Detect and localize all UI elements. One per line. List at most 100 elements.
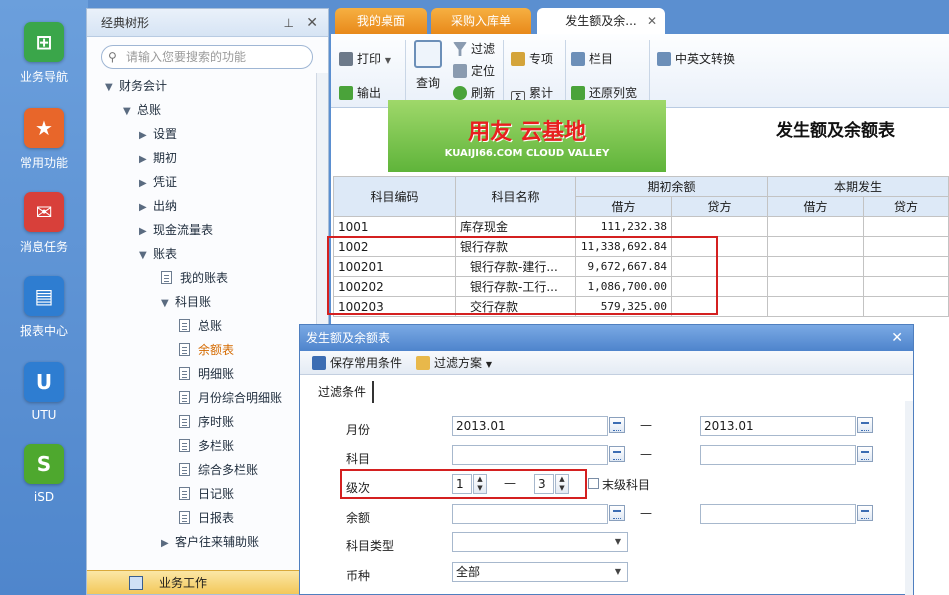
tree-node[interactable]: 总账: [179, 315, 222, 337]
pin-icon[interactable]: ⊥: [284, 9, 294, 37]
browse-icon[interactable]: [857, 446, 873, 462]
tree-node[interactable]: 日报表: [179, 507, 234, 529]
tree-node[interactable]: ▼ 账表: [139, 243, 177, 265]
dialog-scrollbar[interactable]: [905, 401, 913, 595]
expand-right-icon[interactable]: ▶: [139, 221, 153, 243]
expand-down-icon[interactable]: ▼: [161, 293, 175, 315]
banner-main-text: 用友 云基地: [468, 119, 586, 145]
calculator-icon[interactable]: [609, 505, 625, 521]
search-input[interactable]: ⚲ 请输入您要搜索的功能: [101, 45, 313, 69]
month-from-field[interactable]: 2013.01: [452, 416, 608, 436]
tree-node[interactable]: ▶ 凭证: [139, 171, 177, 193]
locate-button[interactable]: 定位: [453, 62, 495, 80]
tree-node[interactable]: 余额表: [179, 339, 234, 361]
banner-sub-text: KUAIJI66.COM CLOUD VALLEY: [444, 147, 610, 159]
calendar-icon[interactable]: [609, 417, 625, 433]
nav-star[interactable]: ★ 常用功能: [0, 108, 88, 188]
query-button[interactable]: 查询: [411, 40, 445, 102]
refresh-label: 刷新: [471, 86, 496, 100]
nav-isd[interactable]: SiSD: [0, 444, 88, 524]
tab-balance-report[interactable]: 发生额及余... ✕: [537, 8, 665, 34]
tree-node[interactable]: ▶ 出纳: [139, 195, 177, 217]
expand-down-icon[interactable]: ▼: [139, 245, 153, 267]
tree-panel-title: 经典树形: [101, 16, 150, 30]
output-button[interactable]: 输出: [339, 84, 381, 102]
business-work-label: 业务工作: [159, 576, 208, 590]
month-to-field[interactable]: 2013.01: [700, 416, 856, 436]
filter-button[interactable]: 过滤: [453, 40, 495, 58]
tree-node[interactable]: ▼ 总账: [123, 99, 161, 121]
range-dash: —: [640, 418, 652, 432]
tab-bar: 我的桌面 采购入库单 发生额及余... ✕: [331, 8, 949, 34]
tab-my-desktop[interactable]: 我的桌面: [335, 8, 427, 34]
restore-icon: [571, 86, 585, 100]
balance-to-field[interactable]: [700, 504, 856, 524]
tree-node[interactable]: 月份综合明细账: [179, 387, 282, 409]
tree-node-label: 科目账: [175, 295, 212, 309]
toolbar-separator: [503, 40, 504, 102]
close-icon[interactable]: ✕: [306, 9, 318, 37]
tree-node[interactable]: ▶ 客户往来辅助账: [161, 531, 259, 553]
expand-right-icon[interactable]: ▶: [139, 149, 153, 171]
logo-banner: 用友 云基地 KUAIJI66.COM CLOUD VALLEY: [388, 100, 666, 172]
calculator-icon[interactable]: [857, 505, 873, 521]
expand-right-icon[interactable]: ▶: [139, 197, 153, 219]
tree-node[interactable]: 明细账: [179, 363, 234, 385]
highlight-box: [340, 469, 587, 499]
tree-node[interactable]: ▶ 设置: [139, 123, 177, 145]
nav-utu[interactable]: U UTU: [0, 362, 88, 442]
header-opening: 期初余额: [575, 176, 768, 197]
left-navigation: ⊞ 业务导航 ★ 常用功能 ✉ 消息任务 ▤ 报表中心 U UTU SiSD: [0, 0, 88, 595]
nav-label: 业务导航: [19, 70, 68, 84]
nav-mail[interactable]: ✉ 消息任务: [0, 192, 88, 272]
subject-from-field[interactable]: [452, 445, 608, 465]
tab-close-icon[interactable]: ✕: [647, 8, 657, 34]
save-conditions-button[interactable]: 保存常用条件: [312, 354, 402, 372]
print-label: 打印: [357, 52, 382, 66]
tree-node[interactable]: ▼ 科目账: [161, 291, 211, 313]
language-convert-button[interactable]: 中英文转换: [657, 50, 735, 68]
range-dash: —: [640, 506, 652, 520]
column-label: 栏目: [589, 52, 614, 66]
nav-report[interactable]: ▤ 报表中心: [0, 276, 88, 356]
currency-select[interactable]: 全部 ▼: [452, 562, 628, 582]
table-row[interactable]: 1001 库存现金 111,232.38: [333, 216, 949, 237]
business-work-icon: [129, 576, 143, 590]
subject-type-select[interactable]: ▼: [452, 532, 628, 552]
expand-right-icon[interactable]: ▶: [161, 533, 175, 555]
tree-node[interactable]: 序时账: [179, 411, 234, 433]
nav-label: 常用功能: [19, 156, 68, 170]
expand-right-icon[interactable]: ▶: [139, 173, 153, 195]
document-icon: [179, 367, 190, 380]
print-button[interactable]: 打印 ▼: [339, 50, 391, 68]
column-button[interactable]: 栏目: [571, 50, 613, 68]
month-label: 月份: [346, 423, 371, 437]
star-icon: ★: [24, 108, 64, 148]
tree-node[interactable]: ▶ 现金流量表: [139, 219, 213, 241]
special-button[interactable]: 专项: [511, 50, 553, 68]
tree-node[interactable]: ▼ 财务会计: [105, 75, 167, 97]
tree-node[interactable]: 日记账: [179, 483, 234, 505]
balance-from-field[interactable]: [452, 504, 608, 524]
dialog-close-icon[interactable]: ✕: [891, 325, 903, 351]
business-work-bar[interactable]: 业务工作: [87, 570, 328, 594]
tab-purchase-receipt[interactable]: 采购入库单: [431, 8, 531, 34]
tab-filter-conditions[interactable]: 过滤条件: [312, 381, 375, 403]
expand-right-icon[interactable]: ▶: [139, 125, 153, 147]
currency-value: 全部: [456, 565, 481, 579]
subject-to-field[interactable]: [700, 445, 856, 465]
tree-node[interactable]: 我的账表: [161, 267, 228, 289]
last-level-checkbox[interactable]: [588, 478, 599, 489]
tree-node[interactable]: 多栏账: [179, 435, 234, 457]
nav-business-nav[interactable]: ⊞ 业务导航: [0, 22, 88, 102]
column-icon: [571, 52, 585, 66]
expand-down-icon[interactable]: ▼: [123, 101, 137, 123]
tree-node[interactable]: ▶ 期初: [139, 147, 177, 169]
browse-icon[interactable]: [609, 446, 625, 462]
locate-label: 定位: [471, 64, 496, 78]
tree-node[interactable]: 综合多栏账: [179, 459, 258, 481]
expand-down-icon[interactable]: ▼: [105, 77, 119, 99]
calendar-icon[interactable]: [857, 417, 873, 433]
header-name: 科目名称: [455, 176, 576, 217]
filter-scheme-button[interactable]: 过滤方案 ▼: [416, 354, 492, 372]
